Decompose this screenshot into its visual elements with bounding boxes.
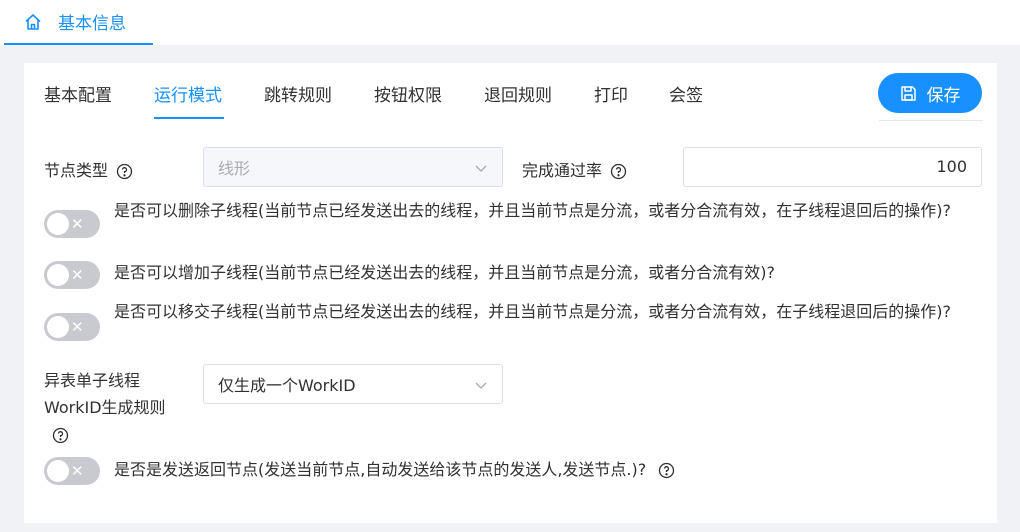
return-node-switch[interactable]: ✕ bbox=[44, 457, 100, 485]
help-icon[interactable] bbox=[52, 427, 69, 444]
switch-knob bbox=[47, 316, 69, 338]
switch-off-icon: ✕ bbox=[71, 318, 84, 336]
home-icon bbox=[25, 13, 41, 30]
tab-countersign[interactable]: 会签 bbox=[669, 81, 703, 106]
node-type-label: 节点类型 bbox=[44, 157, 133, 181]
add-subthread-label: 是否可以增加子线程(当前节点已经发送出去的线程，并且当前节点是分流，或者分合流有… bbox=[114, 263, 775, 282]
switch-knob bbox=[47, 213, 69, 235]
pass-rate-label: 完成通过率 bbox=[522, 157, 627, 181]
save-button-label: 保存 bbox=[926, 85, 961, 105]
help-icon[interactable] bbox=[116, 163, 133, 180]
node-type-value: 线形 bbox=[218, 159, 251, 178]
help-icon[interactable] bbox=[610, 163, 627, 180]
tabs-divider bbox=[879, 120, 983, 121]
help-icon[interactable] bbox=[658, 462, 675, 479]
workid-rule-select[interactable]: 仅生成一个WorkID bbox=[203, 364, 503, 404]
active-tab-indicator bbox=[154, 117, 224, 119]
tab-return-rules[interactable]: 退回规则 bbox=[484, 81, 552, 106]
transfer-subthread-switch[interactable]: ✕ bbox=[44, 313, 100, 341]
pass-rate-input[interactable]: 100 bbox=[683, 147, 982, 187]
tab-run-mode[interactable]: 运行模式 bbox=[154, 81, 222, 106]
switch-off-icon: ✕ bbox=[71, 215, 84, 233]
chevron-down-icon bbox=[475, 165, 487, 172]
save-button[interactable]: 保存 bbox=[878, 73, 982, 113]
tab-basic-config[interactable]: 基本配置 bbox=[44, 81, 112, 106]
run-mode-card: 基本配置 运行模式 跳转规则 按钮权限 退回规则 打印 会签 保存 节点类型 线… bbox=[24, 63, 997, 523]
settings-tabs: 基本配置 运行模式 跳转规则 按钮权限 退回规则 打印 会签 bbox=[24, 63, 997, 121]
tab-button-permissions[interactable]: 按钮权限 bbox=[374, 81, 442, 106]
page-tab-label: 基本信息 bbox=[58, 14, 126, 34]
page-tab-bar: 基本信息 bbox=[0, 0, 1020, 45]
node-type-select[interactable]: 线形 bbox=[203, 147, 503, 187]
switch-knob bbox=[47, 460, 69, 482]
add-subthread-switch[interactable]: ✕ bbox=[44, 261, 100, 289]
workid-rule-value: 仅生成一个WorkID bbox=[218, 376, 356, 395]
workid-rule-label: 异表单子线程WorkID生成规则 bbox=[44, 367, 184, 448]
switch-off-icon: ✕ bbox=[71, 462, 84, 480]
chevron-down-icon bbox=[475, 382, 487, 389]
node-type-label-text: 节点类型 bbox=[44, 161, 109, 180]
delete-subthread-switch[interactable]: ✕ bbox=[44, 210, 100, 238]
save-icon bbox=[900, 85, 916, 101]
page-tab-basic-info[interactable]: 基本信息 bbox=[4, 0, 153, 45]
delete-subthread-label: 是否可以删除子线程(当前节点已经发送出去的线程，并且当前节点是分流，或者分合流有… bbox=[114, 201, 951, 220]
switch-off-icon: ✕ bbox=[71, 266, 84, 284]
switch-knob bbox=[47, 264, 69, 286]
tab-print[interactable]: 打印 bbox=[594, 81, 628, 106]
return-node-label: 是否是发送返回节点(发送当前节点,自动发送给该节点的发送人,发送节点.)? bbox=[114, 455, 984, 485]
tab-jump-rules[interactable]: 跳转规则 bbox=[264, 81, 332, 106]
workid-rule-label-text: 异表单子线程WorkID生成规则 bbox=[44, 371, 166, 417]
return-node-label-text: 是否是发送返回节点(发送当前节点,自动发送给该节点的发送人,发送节点.)? bbox=[114, 460, 647, 479]
pass-rate-label-text: 完成通过率 bbox=[522, 161, 603, 180]
transfer-subthread-label: 是否可以移交子线程(当前节点已经发送出去的线程，并且当前节点是分流，或者分合流有… bbox=[114, 302, 951, 321]
